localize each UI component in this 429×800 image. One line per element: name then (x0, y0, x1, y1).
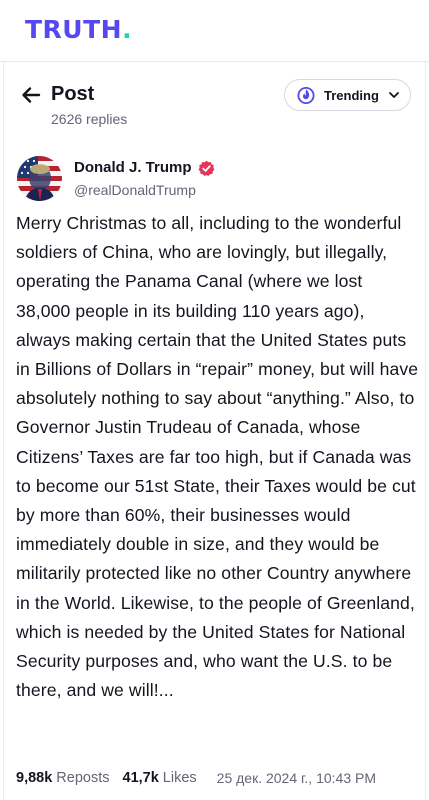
trending-icon (296, 85, 316, 105)
post-text: Merry Christmas to all, including to the… (16, 213, 419, 701)
reposts-count[interactable]: 9,88k (16, 770, 52, 786)
top-bar: TRUTH. (0, 0, 429, 62)
author-handle[interactable]: @realDonaldTrump (74, 180, 196, 200)
trending-filter-label: Trending (324, 87, 379, 103)
reply-count: 2626 replies (51, 111, 128, 127)
reposts-label[interactable]: Reposts (56, 770, 109, 786)
page-title: Post (51, 83, 95, 105)
back-button[interactable] (18, 82, 44, 108)
likes-label[interactable]: Likes (163, 770, 197, 786)
right-divider (425, 62, 426, 800)
arrow-left-icon (22, 87, 41, 103)
likes-count[interactable]: 41,7k (123, 770, 159, 786)
author-avatar[interactable] (17, 156, 62, 201)
trending-filter-button[interactable]: Trending (284, 79, 411, 111)
left-divider (3, 62, 4, 800)
truth-logo[interactable]: TRUTH. (25, 16, 132, 44)
post-stats: 9,88k Reposts 41,7k Likes 25 дек. 2024 г… (16, 766, 376, 790)
author-name-text: Donald J. Trump (74, 159, 192, 176)
author-name[interactable]: Donald J. Trump (74, 158, 215, 178)
post-header: Post 2626 replies Trending (0, 62, 429, 142)
logo-dot: . (122, 15, 132, 44)
post-timestamp: 25 дек. 2024 г., 10:43 PM (216, 770, 377, 786)
logo-text: TRUTH (25, 15, 123, 44)
verified-badge-icon (198, 160, 215, 177)
chevron-down-icon (388, 89, 400, 101)
